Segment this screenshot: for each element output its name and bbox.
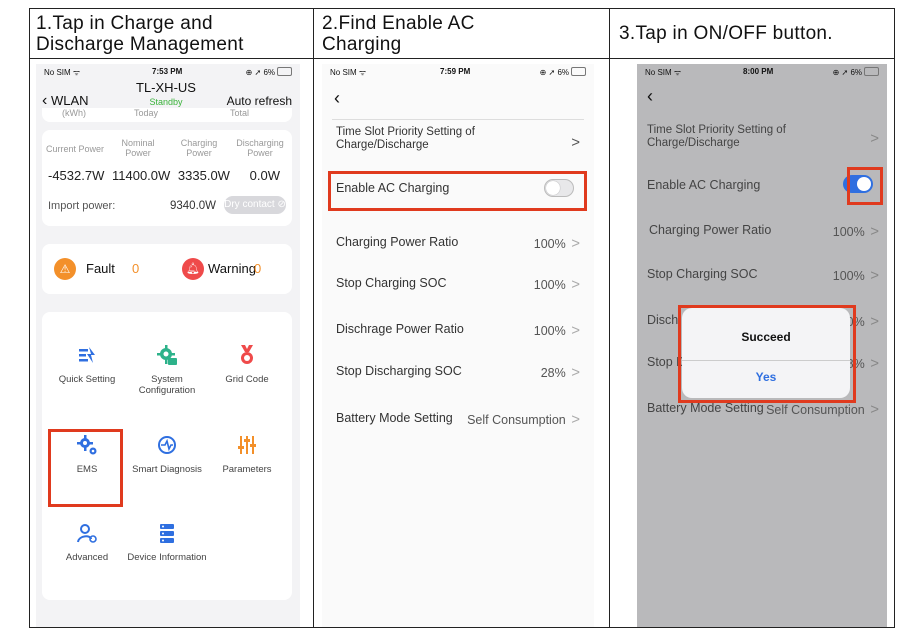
device-info-icon xyxy=(160,524,174,543)
chevron-right-icon: > xyxy=(571,411,580,428)
power-value: 11400.0W xyxy=(112,168,171,183)
chevron-right-icon: > xyxy=(571,364,580,381)
dry-contact-button[interactable]: Dry contact ⊘ xyxy=(224,196,286,214)
chevron-right-icon: > xyxy=(571,322,580,339)
clock: 8:00 PM xyxy=(743,67,774,76)
carrier: No SIM ᯤ xyxy=(330,68,367,77)
warning-label: Warning xyxy=(208,261,256,276)
system-config-icon xyxy=(157,345,177,365)
unit-label: (kWh) xyxy=(62,108,86,118)
chevron-left-icon: ‹ xyxy=(42,92,48,109)
power-header: Nominal Power xyxy=(121,138,155,158)
menu-quick-setting[interactable]: Quick Setting xyxy=(42,344,132,385)
row-time-slot-priority[interactable]: Time Slot Priority Setting of Charge/Dis… xyxy=(637,124,887,154)
menu-grid-code[interactable]: Grid Code xyxy=(202,344,292,385)
row-time-slot-priority[interactable]: Time Slot Priority Setting of Charge/Dis… xyxy=(322,126,594,160)
step-2-title: 2.Find Enable AC Charging xyxy=(322,13,475,55)
status-bar: No SIM ᯤ 8:00 PM ⊕ ➚ 6% xyxy=(637,64,887,80)
screen-3: No SIM ᯤ 8:00 PM ⊕ ➚ 6% ‹ Time Slot Prio… xyxy=(637,64,887,627)
screen-1: No SIM ᯤ 7:53 PM ⊕ ➚ 6% ‹ WLAN TL-XH-US … xyxy=(36,64,300,627)
fault-count: 0 xyxy=(132,261,140,276)
quick-setting-icon xyxy=(79,347,95,363)
power-header: Current Power xyxy=(45,144,105,154)
carrier: No SIM ᯤ xyxy=(645,68,682,77)
menu-parameters[interactable]: Parameters xyxy=(202,434,292,475)
divider xyxy=(313,9,314,627)
chevron-right-icon: > xyxy=(571,134,580,151)
import-power-label: Import power: xyxy=(48,200,116,212)
dry-contact-icon: ⊘ xyxy=(277,199,286,210)
divider xyxy=(30,58,894,59)
chevron-right-icon: > xyxy=(571,276,580,293)
chevron-right-icon: > xyxy=(870,223,879,240)
menu-advanced[interactable]: Advanced xyxy=(42,522,132,563)
power-value: 0.0W xyxy=(249,168,280,183)
menu-system-configuration[interactable]: System Configuration xyxy=(122,344,212,396)
import-power-value: 9340.0W xyxy=(170,200,217,212)
power-header: Discharging Power xyxy=(236,138,284,158)
chevron-left-icon: ‹ xyxy=(647,86,653,106)
highlight-enable-ac xyxy=(328,171,587,211)
total-label: Total xyxy=(230,108,250,118)
chevron-right-icon: > xyxy=(870,401,879,418)
parameters-icon xyxy=(238,436,256,454)
fault-icon: ⚠ xyxy=(54,258,76,280)
back-button[interactable]: ‹ xyxy=(647,86,653,107)
today-label: Today xyxy=(134,108,159,118)
grid-code-icon xyxy=(241,345,253,364)
chevron-right-icon: > xyxy=(870,355,879,372)
power-value: -4532.7W xyxy=(48,168,105,183)
step-3-title: 3.Tap in ON/OFF button. xyxy=(619,23,833,44)
power-card: Current Power Nominal Power Charging Pow… xyxy=(42,130,292,226)
fault-label: Fault xyxy=(86,261,115,276)
power-values: -4532.7W 11400.0W 3335.0W 0.0W xyxy=(48,168,292,183)
alarm-card: ⚠ Fault 0 🔔︎ Warning 0 xyxy=(42,244,292,294)
chevron-left-icon: ‹ xyxy=(334,88,340,108)
chevron-right-icon: > xyxy=(870,313,879,330)
chevron-right-icon: > xyxy=(571,235,580,252)
smart-diagnosis-icon xyxy=(158,436,176,454)
clock: 7:53 PM xyxy=(152,67,183,76)
divider xyxy=(609,9,610,627)
battery-indicator: ⊕ ➚ 6% xyxy=(833,67,879,77)
instruction-table: 1.Tap in Charge and Discharge Management… xyxy=(29,8,895,628)
status-bar: No SIM ᯤ 7:53 PM ⊕ ➚ 6% xyxy=(36,64,300,80)
power-header: Charging Power xyxy=(180,138,218,158)
menu-device-information[interactable]: Device Information xyxy=(122,522,212,563)
chevron-right-icon: > xyxy=(870,130,879,147)
screen-2: No SIM ᯤ 7:59 PM ⊕ ➚ 6% ‹ Time Slot Prio… xyxy=(322,64,594,627)
battery-indicator: ⊕ ➚ 6% xyxy=(540,67,586,77)
advanced-icon xyxy=(77,524,97,543)
status-bar: No SIM ᯤ 7:59 PM ⊕ ➚ 6% xyxy=(322,64,594,80)
back-button[interactable]: ‹ xyxy=(334,88,340,109)
clock: 7:59 PM xyxy=(440,67,471,76)
warning-icon: 🔔︎ xyxy=(182,258,204,280)
warning-count: 0 xyxy=(254,261,262,276)
device-status: Standby xyxy=(149,97,183,107)
carrier: No SIM ᯤ xyxy=(44,68,81,77)
power-value: 3335.0W xyxy=(177,168,230,183)
chevron-right-icon: > xyxy=(870,267,879,284)
step-1-title: 1.Tap in Charge and Discharge Management xyxy=(36,13,244,55)
device-name: TL-XH-US xyxy=(136,80,196,95)
highlight-ems xyxy=(48,429,123,507)
menu-smart-diagnosis[interactable]: Smart Diagnosis xyxy=(122,434,212,475)
highlight-toggle xyxy=(847,167,883,205)
battery-indicator: ⊕ ➚ 6% xyxy=(246,67,292,77)
divider xyxy=(332,119,584,120)
auto-refresh-button[interactable]: Auto refresh xyxy=(227,94,292,108)
highlight-dialog xyxy=(678,305,856,403)
energy-summary-card: (kWh) Today Total xyxy=(42,108,292,122)
